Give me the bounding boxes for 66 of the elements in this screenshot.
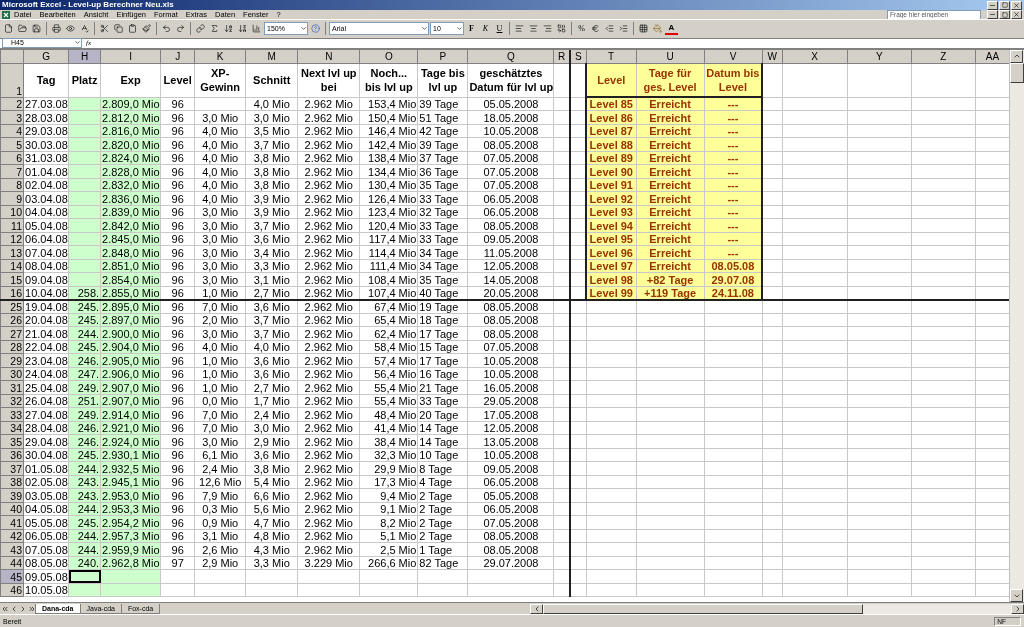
column-header[interactable]: M <box>245 49 298 64</box>
borders-icon[interactable] <box>637 22 650 36</box>
column-header[interactable]: P <box>417 49 468 64</box>
bold-button[interactable]: F <box>465 22 478 36</box>
table-cell[interactable]: Schnitt <box>245 63 298 98</box>
printer-icon[interactable] <box>50 22 63 36</box>
link-icon[interactable] <box>194 22 207 36</box>
column-header[interactable]: O <box>359 49 418 64</box>
table-cell[interactable]: geschätztes Datum für lvl up <box>467 63 554 98</box>
table-cell[interactable]: Datum bis Level <box>704 63 763 98</box>
italic-button[interactable]: K <box>479 22 492 36</box>
underline-button[interactable]: U <box>493 22 506 36</box>
restore-icon <box>1001 11 1008 18</box>
maximize-icon <box>1001 2 1008 8</box>
close-icon <box>1013 1 1020 9</box>
column-header[interactable]: K <box>194 49 246 64</box>
table-cell[interactable]: XP- Gewinn <box>194 63 246 98</box>
new-file-icon[interactable] <box>2 22 15 36</box>
row-header[interactable]: 1 <box>0 63 24 98</box>
column-header[interactable]: X <box>782 49 848 64</box>
close-button[interactable] <box>1011 0 1022 10</box>
format-painter-icon[interactable] <box>140 22 153 36</box>
vertical-scrollbar[interactable] <box>1009 49 1024 603</box>
scroll-thumb[interactable] <box>1010 62 1024 83</box>
column-header[interactable]: AA <box>975 49 1009 64</box>
column-header[interactable]: Y <box>847 49 912 64</box>
excel-icon[interactable] <box>2 10 10 19</box>
select-all-corner[interactable] <box>0 49 24 64</box>
table-cell[interactable]: Tage für ges. Level <box>636 63 705 98</box>
close-button[interactable] <box>1011 10 1022 19</box>
column-header[interactable]: I <box>100 49 161 64</box>
fill-color-icon[interactable] <box>651 22 664 36</box>
close-icon <box>1013 11 1020 18</box>
table-cell[interactable]: Exp <box>100 63 161 98</box>
help-icon[interactable] <box>309 22 322 36</box>
column-header[interactable]: H <box>68 49 101 64</box>
horizontal-scrollbar[interactable] <box>530 603 1024 614</box>
column-header[interactable]: N <box>297 49 360 64</box>
column-header[interactable]: T <box>586 49 637 64</box>
minimize-button[interactable] <box>987 10 998 19</box>
copy-icon[interactable] <box>112 22 125 36</box>
minimize-button[interactable] <box>987 0 998 10</box>
percent-button[interactable]: % <box>575 22 588 36</box>
column-header[interactable]: V <box>704 49 763 64</box>
first-sheet-icon[interactable] <box>0 604 9 614</box>
maximize-button[interactable] <box>999 0 1010 10</box>
table-cell[interactable]: Tag <box>23 63 69 98</box>
scroll-thumb[interactable] <box>543 603 864 614</box>
table-cell[interactable]: Tage bis lvl up <box>417 63 468 98</box>
restore-button[interactable] <box>999 10 1010 19</box>
chart-icon[interactable] <box>250 22 263 36</box>
table-cell[interactable]: Next lvl up bei <box>297 63 360 98</box>
window-title: Microsoft Excel - Level-up Berechner Neu.xls <box>2 0 174 10</box>
column-header[interactable]: Z <box>911 49 976 64</box>
table-cell[interactable]: Level <box>586 63 637 98</box>
last-sheet-icon[interactable] <box>27 604 36 614</box>
column-header[interactable]: W <box>762 49 783 64</box>
column-header[interactable]: U <box>636 49 705 64</box>
column-header[interactable]: Q <box>467 49 554 64</box>
column-header[interactable]: J <box>160 49 195 64</box>
font-color-button[interactable]: A <box>665 22 678 36</box>
save-icon[interactable] <box>30 22 43 36</box>
column-header[interactable]: G <box>23 49 69 64</box>
paste-icon[interactable] <box>126 22 139 36</box>
merge-icon[interactable] <box>555 22 568 36</box>
table-cell[interactable]: Noch... bis lvl up <box>359 63 418 98</box>
